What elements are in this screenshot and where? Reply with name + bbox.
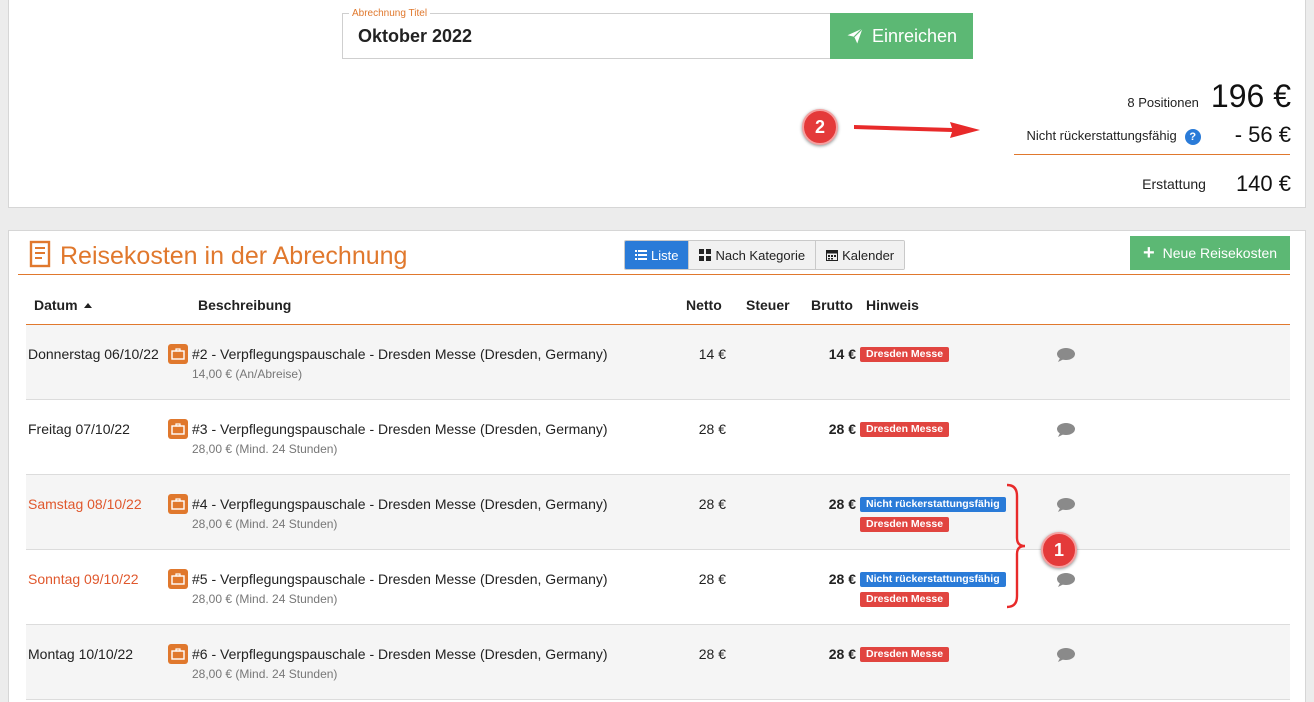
row-netto: 28 € xyxy=(698,571,726,587)
row-netto: 28 € xyxy=(698,421,726,437)
total-row: 8 Positionen 196 € xyxy=(1127,78,1291,115)
column-header-brutto: Brutto xyxy=(811,297,853,313)
table-row[interactable]: Freitag 07/10/22 #3 - Verpflegungspausch… xyxy=(26,400,1290,475)
question-circle-icon[interactable]: ? xyxy=(1184,129,1201,145)
list-icon xyxy=(635,250,647,260)
briefcase-icon xyxy=(168,644,188,664)
row-date: Montag 10/10/22 xyxy=(28,646,134,662)
panel-title: Reisekosten in der Abrechnung xyxy=(60,242,408,270)
non-refundable-badge: Nicht rückerstattungsfähig xyxy=(860,572,1006,587)
non-refundable-row: Nicht rückerstattungsfähig ? - 56 € xyxy=(1026,122,1291,148)
row-netto: 28 € xyxy=(698,646,726,662)
positions-label: 8 Positionen xyxy=(1127,95,1199,110)
view-category-button[interactable]: Nach Kategorie xyxy=(688,241,816,269)
column-header-datum-label: Datum xyxy=(34,297,78,313)
row-subtitle: 28,00 € (Mind. 24 Stunden) xyxy=(192,517,338,531)
non-refundable-badge: Nicht rückerstattungsfähig xyxy=(860,497,1006,512)
column-header-steuer: Steuer xyxy=(746,297,790,313)
panel-title-underline xyxy=(18,274,1290,275)
view-calendar-label: Kalender xyxy=(842,247,895,263)
row-subtitle: 28,00 € (Mind. 24 Stunden) xyxy=(192,442,338,456)
expenses-panel: Reisekosten in der Abrechnung Liste Nach… xyxy=(8,230,1306,702)
row-brutto: 14 € xyxy=(828,346,856,362)
row-title: #4 - Verpflegungspauschale - Dresden Mes… xyxy=(192,496,608,512)
view-category-label: Nach Kategorie xyxy=(715,247,806,263)
location-badge: Dresden Messe xyxy=(860,422,950,437)
location-badge: Dresden Messe xyxy=(860,517,950,532)
table-row[interactable]: Montag 10/10/22 #6 - Verpflegungspauscha… xyxy=(26,625,1290,700)
row-title: #2 - Verpflegungspauschale - Dresden Mes… xyxy=(192,346,608,362)
summary-divider xyxy=(1014,154,1290,155)
column-header-netto: Netto xyxy=(686,297,722,313)
comment-icon[interactable] xyxy=(1056,647,1076,663)
new-expense-label: Neue Reisekosten xyxy=(1162,245,1278,261)
briefcase-icon xyxy=(168,419,188,439)
new-expense-button[interactable]: + Neue Reisekosten xyxy=(1130,236,1290,270)
briefcase-icon xyxy=(168,494,188,514)
comment-icon[interactable] xyxy=(1056,347,1076,363)
row-title: #5 - Verpflegungspauschale - Dresden Mes… xyxy=(192,571,608,587)
row-date: Freitag 07/10/22 xyxy=(28,421,130,437)
refund-label: Erstattung xyxy=(1142,176,1206,192)
refund-row: Erstattung 140 € xyxy=(1142,171,1291,197)
annotation-arrow-icon xyxy=(854,122,980,138)
table-row[interactable]: Samstag 08/10/22 #4 - Verpflegungspausch… xyxy=(26,475,1290,550)
row-netto: 14 € xyxy=(698,346,726,362)
title-input[interactable] xyxy=(358,22,818,50)
submit-button-label: Einreichen xyxy=(871,25,958,46)
summary-panel: Abrechnung Titel Einreichen 8 Positionen… xyxy=(8,0,1306,208)
location-badge: Dresden Messe xyxy=(860,592,950,607)
view-list-button[interactable]: Liste xyxy=(625,241,689,269)
annotation-marker-2: 2 xyxy=(802,109,838,145)
row-date: Donnerstag 06/10/22 xyxy=(28,346,159,362)
comment-icon[interactable] xyxy=(1056,422,1076,438)
comment-icon[interactable] xyxy=(1056,497,1076,513)
total-amount: 196 € xyxy=(1210,78,1291,114)
view-list-label: Liste xyxy=(651,247,679,263)
calendar-icon xyxy=(826,250,839,261)
column-header-hinweis: Hinweis xyxy=(866,297,919,313)
view-calendar-button[interactable]: Kalender xyxy=(815,241,905,269)
title-field-legend: Abrechnung Titel xyxy=(349,8,431,20)
paper-plane-icon xyxy=(847,28,863,44)
table-row[interactable]: Sonntag 09/10/22 #5 - Verpflegungspausch… xyxy=(26,550,1290,625)
grid-icon xyxy=(699,249,712,261)
refund-amount: 140 € xyxy=(1235,171,1291,196)
non-refundable-amount: - 56 € xyxy=(1234,122,1291,147)
row-brutto: 28 € xyxy=(828,571,856,587)
title-field[interactable]: Abrechnung Titel xyxy=(342,8,832,59)
receipt-icon xyxy=(29,240,51,268)
row-subtitle: 14,00 € (An/Abreise) xyxy=(192,367,303,381)
annotation-bracket-icon xyxy=(1006,483,1026,609)
column-header-beschreibung: Beschreibung xyxy=(198,297,292,313)
non-refundable-label: Nicht rückerstattungsfähig xyxy=(1026,127,1177,143)
column-header-datum[interactable]: Datum xyxy=(34,297,92,313)
row-subtitle: 28,00 € (Mind. 24 Stunden) xyxy=(192,592,338,606)
briefcase-icon xyxy=(168,569,188,589)
row-title: #3 - Verpflegungspauschale - Dresden Mes… xyxy=(192,421,608,437)
location-badge: Dresden Messe xyxy=(860,647,950,662)
table-row[interactable]: Donnerstag 06/10/22 #2 - Verpflegungspau… xyxy=(26,325,1290,400)
row-netto: 28 € xyxy=(698,496,726,512)
view-toggle: Liste Nach Kategorie Kalender xyxy=(624,240,906,270)
row-brutto: 28 € xyxy=(828,421,856,437)
row-title: #6 - Verpflegungspauschale - Dresden Mes… xyxy=(192,646,608,662)
sort-ascending-icon xyxy=(83,303,92,308)
row-brutto: 28 € xyxy=(828,646,856,662)
submit-button[interactable]: Einreichen xyxy=(830,13,973,59)
plus-icon: + xyxy=(1142,242,1155,264)
row-brutto: 28 € xyxy=(828,496,856,512)
location-badge: Dresden Messe xyxy=(860,347,950,362)
briefcase-icon xyxy=(168,344,188,364)
row-date: Samstag 08/10/22 xyxy=(28,496,142,512)
annotation-marker-1: 1 xyxy=(1041,532,1077,568)
comment-icon[interactable] xyxy=(1056,572,1076,588)
row-date: Sonntag 09/10/22 xyxy=(28,571,139,587)
row-subtitle: 28,00 € (Mind. 24 Stunden) xyxy=(192,667,338,681)
